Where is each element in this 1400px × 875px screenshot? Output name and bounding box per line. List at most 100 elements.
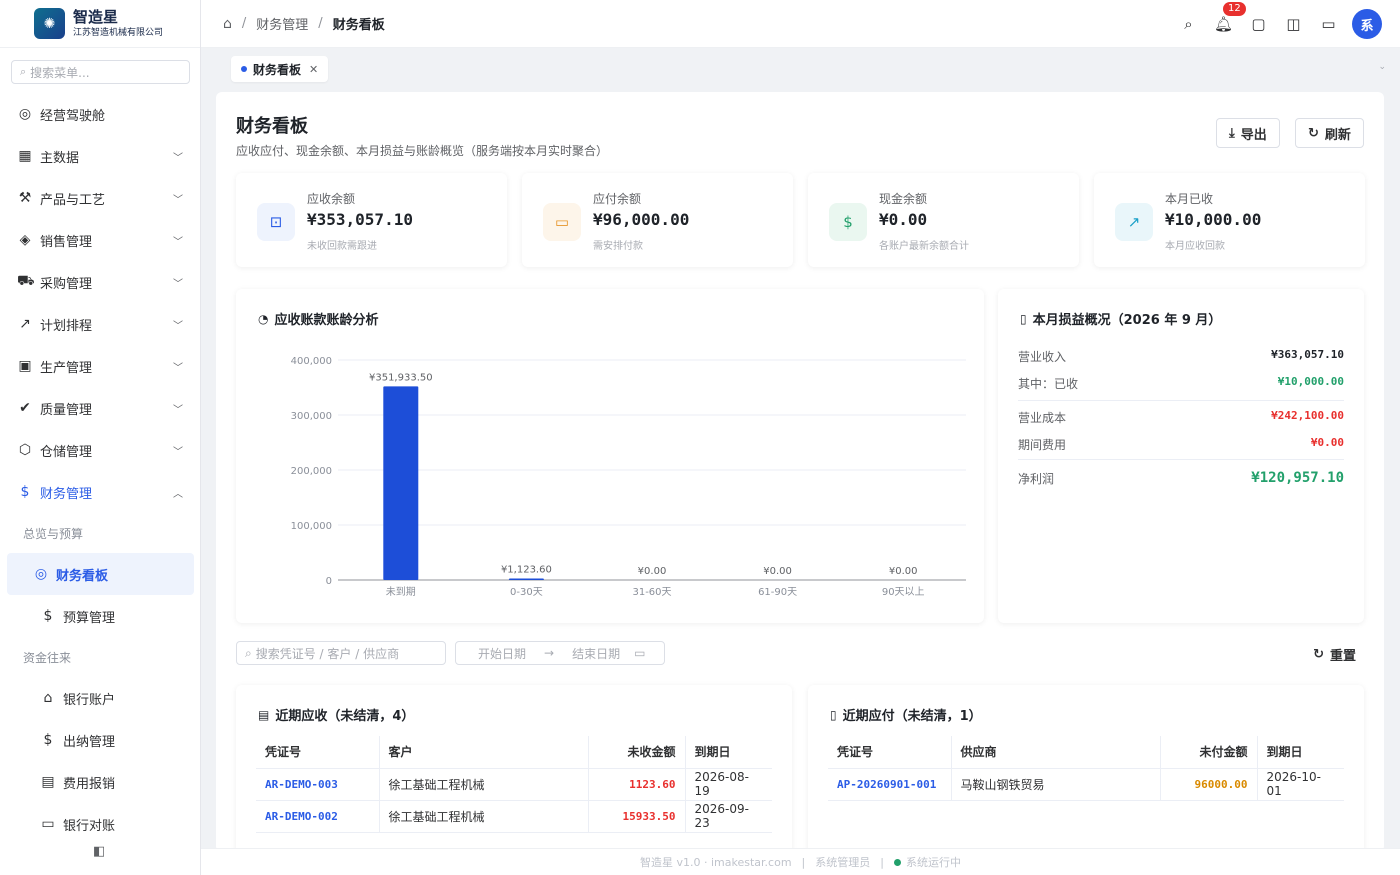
sidebar-item-3[interactable]: ◈ 销售管理 ﹀ <box>0 219 201 261</box>
dollar-circle-icon: $ <box>20 484 30 500</box>
chevron-down-icon: ﹀ <box>173 446 183 458</box>
footer-version: 智造星 v1.0 · imakestar.com <box>640 856 792 869</box>
divider <box>1018 459 1344 460</box>
sidebar-item-0[interactable]: ◎ 经营驾驶舱 <box>0 93 201 135</box>
tab-finance-dashboard[interactable]: 财务看板 ✕ <box>231 56 329 82</box>
search-icon: ⌕ <box>245 645 252 660</box>
sidebar-subitem-fund-0[interactable]: ⌂ 银行账户 <box>7 677 194 719</box>
trend-icon: ↗ <box>1115 203 1153 241</box>
layout-icon[interactable]: ◫ <box>1276 9 1311 39</box>
kpi-note: 各账户最新余额合计 <box>879 241 969 252</box>
pl-net-label: 净利润 <box>1018 472 1055 486</box>
menu-group-label: 总览与预算 <box>23 526 84 541</box>
bar[interactable] <box>508 578 544 581</box>
chevron-down-icon[interactable]: ⌄ <box>1378 62 1386 72</box>
ap-header: 未付金额 <box>1160 736 1258 769</box>
payables-title-text: 近期应付（未结清，1） <box>842 709 982 724</box>
bar-data-label: ¥351,933.50 <box>369 372 433 383</box>
date-range-picker[interactable]: 开始日期 → 结束日期 ▭ <box>455 641 665 665</box>
bar[interactable] <box>383 386 419 580</box>
ar-voucher-link[interactable]: AR-DEMO-003 <box>256 768 380 801</box>
sidebar-item-6[interactable]: ▣ 生产管理 ﹀ <box>0 345 201 387</box>
export-button[interactable]: ⤓ 导出 <box>1216 118 1280 148</box>
y-tick-label: 400,000 <box>291 356 332 367</box>
page-subtitle: 应收应付、现金余额、本月损益与账龄概览（服务端按本月实时聚合） <box>236 144 609 158</box>
main-content: 财务看板 应收应付、现金余额、本月损益与账龄概览（服务端按本月实时聚合） ⤓ 导… <box>216 92 1384 852</box>
footer-separator: | <box>801 855 806 869</box>
bell-icon[interactable]: 🔔︎ 12 <box>1206 2 1246 39</box>
logo-icon: ✺ <box>34 8 65 39</box>
tool-icon: ⚒ <box>18 190 32 206</box>
breadcrumb-parent[interactable]: 财务管理 <box>256 14 308 33</box>
sidebar-subitem-fund-2[interactable]: ▤ 费用报销 <box>7 761 194 803</box>
search-icon[interactable]: ⌕ <box>1171 9 1206 39</box>
pl-row: 营业收入 ¥363,057.10 <box>1018 348 1344 365</box>
document-icon: ▯ <box>1020 311 1027 326</box>
gauge-icon: ◎ <box>18 106 32 122</box>
start-date-placeholder: 开始日期 <box>478 646 527 661</box>
sidebar-subitem-0[interactable]: ◎ 财务看板 <box>7 553 194 595</box>
ap-header: 凭证号 <box>828 736 952 769</box>
gauge-icon: ◎ <box>34 566 48 582</box>
refresh-button[interactable]: ↻ 刷新 <box>1295 118 1364 148</box>
menu-search-input[interactable]: ⌕ 搜索菜单... <box>11 60 190 84</box>
ar-amount: 15933.50 <box>588 800 686 833</box>
bar-data-label: ¥1,123.60 <box>501 565 552 576</box>
pl-net-value: ¥120,957.10 <box>1251 470 1344 486</box>
export-label: 导出 <box>1240 127 1267 143</box>
pl-net-row: 净利润 ¥120,957.10 <box>1018 470 1344 487</box>
voucher-search-input[interactable]: ⌕ 搜索凭证号 / 客户 / 供应商 <box>236 641 446 665</box>
pl-row: 其中：已收 ¥10,000.00 <box>1018 375 1344 392</box>
receivables-title: ▤ 近期应收（未结清，4） <box>258 705 414 725</box>
kpi-value: ¥0.00 <box>879 210 928 229</box>
pl-row: 期间费用 ¥0.00 <box>1018 436 1344 453</box>
sidebar-item-4[interactable]: ⛟ 采购管理 ﹀ <box>0 261 201 303</box>
sidebar-item-label: 质量管理 <box>40 402 93 418</box>
brand-name: 智造星 <box>73 7 119 26</box>
sidebar-item-label: 产品与工艺 <box>40 192 106 208</box>
sidebar-item-5[interactable]: ↗ 计划排程 ﹀ <box>0 303 201 345</box>
ar-party: 徐工基础工程机械 <box>379 800 589 833</box>
sidebar-item-1[interactable]: ▦ 主数据 ﹀ <box>0 135 201 177</box>
sidebar-item-2[interactable]: ⚒ 产品与工艺 ﹀ <box>0 177 201 219</box>
sidebar-item-9[interactable]: $ 财务管理 ︿ <box>0 471 201 513</box>
cart-icon: ⛟ <box>17 273 35 289</box>
sidebar-subitem-1[interactable]: $ 预算管理 <box>7 595 194 637</box>
avatar[interactable]: 系 <box>1352 9 1382 39</box>
footer-separator: | <box>880 855 884 869</box>
ar-header: 凭证号 <box>256 736 380 769</box>
top-header: ⌂ / 财务管理 / 财务看板 ⌕ 🔔︎ 12 ▢ ◫ ▭ 系 <box>201 0 1400 48</box>
ap-amount: 96000.00 <box>1160 768 1258 801</box>
brand-company: 江苏智造机械有限公司 <box>73 27 164 38</box>
breadcrumb-separator: / <box>318 16 323 31</box>
ap-header: 到期日 <box>1257 736 1344 769</box>
ar-voucher-link[interactable]: AR-DEMO-002 <box>256 800 380 833</box>
bar-data-label: ¥0.00 <box>889 566 918 577</box>
message-icon[interactable]: ▢ <box>1241 9 1276 39</box>
ar-party: 徐工基础工程机械 <box>379 768 589 801</box>
sidebar-item-8[interactable]: ⬡ 仓储管理 ﹀ <box>0 429 201 471</box>
sidebar-subitem-fund-3[interactable]: ▭ 银行对账 <box>7 803 194 845</box>
breadcrumb-current: 财务看板 <box>332 18 385 33</box>
chip-icon: ▣ <box>18 358 32 374</box>
close-icon[interactable]: ✕ <box>309 63 318 76</box>
chevron-up-icon: ︿ <box>173 488 183 500</box>
payables-table: 凭证号 供应商 未付金额 到期日 AP-20260901-001 马鞍山钢铁贸易 9600… <box>828 736 1344 801</box>
kpi-label: 应收余额 <box>307 192 356 206</box>
card-icon[interactable]: ▭ <box>1311 9 1346 39</box>
calendar-icon: ▭ <box>634 646 646 660</box>
home-icon[interactable]: ⌂ <box>223 16 232 32</box>
reset-button[interactable]: ↻ 重置 <box>1313 645 1356 664</box>
table-row: AR-DEMO-002 徐工基础工程机械 15933.50 2026-09-23 <box>256 800 772 833</box>
sidebar-item-7[interactable]: ✔ 质量管理 ﹀ <box>0 387 201 429</box>
sidebar-collapse-icon[interactable]: ◧ <box>93 844 105 859</box>
sidebar: ✺ 智造星 江苏智造机械有限公司 ⌕ 搜索菜单... ◎ 经营驾驶舱 ▦ 主数据 ﹀ ⚒ 产… <box>0 0 201 875</box>
payables-card: ▯ 近期应付（未结清，1） 凭证号 供应商 未付金额 到期日 AP-20260901-… <box>808 685 1364 852</box>
brand[interactable]: ✺ 智造星 江苏智造机械有限公司 <box>0 0 200 48</box>
kpi-value: ¥96,000.00 <box>593 210 690 229</box>
ap-voucher-link[interactable]: AP-20260901-001 <box>828 768 952 801</box>
sidebar-subitem-fund-1[interactable]: $ 出纳管理 <box>7 719 194 761</box>
voucher-search-placeholder: 搜索凭证号 / 客户 / 供应商 <box>255 646 400 661</box>
bank-icon: ⌂ <box>43 690 53 706</box>
table-row: AP-20260901-001 马鞍山钢铁贸易 96000.00 2026-10-01 <box>828 768 1344 801</box>
